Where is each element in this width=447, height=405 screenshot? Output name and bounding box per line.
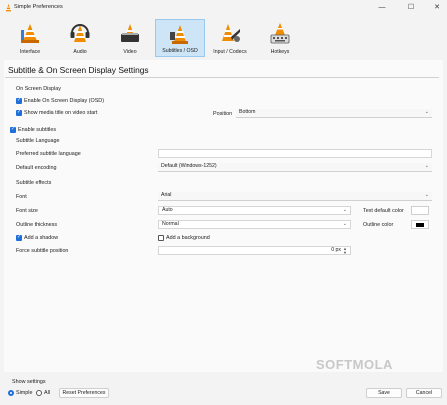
enable-subtitles-checkbox[interactable] <box>10 126 16 133</box>
spin-arrows-icon[interactable]: ▲ ▼ <box>343 247 347 255</box>
audio-icon <box>70 24 90 42</box>
page-title: Subtitle & On Screen Display Settings <box>8 65 149 75</box>
preferred-language-label: Preferred subtitle language <box>16 151 81 157</box>
minimize-button[interactable]: — <box>375 2 389 13</box>
position-select[interactable]: Bottom ⌄ <box>236 109 432 118</box>
outline-thickness-label: Outline thickness <box>16 222 58 228</box>
add-shadow-checkbox[interactable] <box>16 234 22 241</box>
settings-panel <box>4 60 443 372</box>
subtitle-language-group: Subtitle Language <box>16 138 60 144</box>
input-codecs-icon <box>222 24 240 42</box>
tab-input-codecs-label: Input / Codecs <box>213 49 247 55</box>
force-position-value: 0 px <box>331 247 341 253</box>
font-size-select[interactable]: Auto ⌄ <box>158 206 351 215</box>
text-color-swatch[interactable] <box>411 206 429 215</box>
chevron-down-icon: ⌄ <box>424 109 429 115</box>
outline-thickness-value: Normal <box>162 221 179 227</box>
enable-osd-label: Enable On Screen Display (OSD) <box>24 98 104 104</box>
show-title-label: Show media title on video start <box>24 110 98 116</box>
default-encoding-label: Default encoding <box>16 165 57 171</box>
tab-audio[interactable]: Audio <box>55 19 105 57</box>
add-background-checkbox[interactable] <box>158 235 164 241</box>
tab-subtitles-osd-label: Subtitles / OSD <box>162 48 198 54</box>
tab-hotkeys[interactable]: Hotkeys <box>255 19 305 57</box>
simple-radio[interactable] <box>8 390 14 396</box>
watermark: SOFTMOLA <box>316 357 393 372</box>
outline-thickness-select[interactable]: Normal ⌄ <box>158 220 351 229</box>
font-label: Font <box>16 194 27 200</box>
chevron-down-icon: ⌄ <box>342 221 347 227</box>
all-label: All <box>44 390 50 396</box>
tab-interface-label: Interface <box>19 49 41 55</box>
window-title: Simple Preferences <box>14 4 63 10</box>
maximize-button[interactable]: ☐ <box>404 2 418 13</box>
reset-preferences-button[interactable]: Reset Preferences <box>59 388 109 398</box>
force-position-label: Force subtitle position <box>16 248 69 254</box>
tab-video[interactable]: Video <box>105 19 155 57</box>
interface-icon <box>21 24 39 43</box>
font-size-value: Auto <box>162 207 173 213</box>
position-value: Bottom <box>239 109 256 115</box>
close-button[interactable]: ✕ <box>430 2 444 13</box>
tab-hotkeys-label: Hotkeys <box>270 49 290 55</box>
default-encoding-value: Default (Windows-1252) <box>161 163 217 169</box>
outline-color-swatch[interactable] <box>411 220 429 229</box>
text-color-label: Text default color <box>363 208 404 214</box>
cancel-button[interactable]: Cancel <box>406 388 442 398</box>
tab-video-label: Video <box>123 49 137 55</box>
video-icon <box>121 24 139 42</box>
position-label: Position <box>213 111 233 117</box>
save-button[interactable]: Save <box>366 388 402 398</box>
title-bar: Simple Preferences — ☐ ✕ <box>0 0 447 16</box>
tab-audio-label: Audio <box>73 49 87 55</box>
add-background-label: Add a background <box>166 235 210 241</box>
force-position-spinbox[interactable]: 0 px ▲ ▼ <box>158 246 351 255</box>
font-select[interactable]: Arial ⌄ <box>158 192 432 201</box>
all-radio[interactable] <box>36 390 42 396</box>
title-divider <box>5 77 439 78</box>
enable-subtitles-label: Enable subtitles <box>18 127 57 133</box>
outline-color-label: Outline color <box>363 222 394 228</box>
simple-label: Simple <box>16 390 33 396</box>
hotkeys-icon <box>270 23 290 44</box>
osd-group-title: On Screen Display <box>16 86 61 92</box>
show-title-checkbox[interactable] <box>16 109 22 116</box>
category-toolbar: Interface Audio Video Subtitles / OSD In… <box>0 16 447 60</box>
font-value: Arial <box>161 192 172 198</box>
add-shadow-label: Add a shadow <box>24 235 59 241</box>
tab-subtitles-osd[interactable]: Subtitles / OSD <box>155 19 205 57</box>
font-size-label: Font size <box>16 208 38 214</box>
subtitle-effects-group: Subtitle effects <box>16 180 52 186</box>
vlc-logo-icon <box>5 4 12 12</box>
chevron-down-icon: ⌄ <box>424 192 429 198</box>
preferred-language-input[interactable] <box>158 149 432 158</box>
chevron-down-icon: ⌄ <box>424 163 429 169</box>
chevron-down-icon: ⌄ <box>342 207 347 213</box>
default-encoding-select[interactable]: Default (Windows-1252) ⌄ <box>158 163 432 172</box>
show-settings-label: Show settings <box>12 379 46 385</box>
enable-osd-checkbox[interactable] <box>16 97 22 104</box>
tab-input-codecs[interactable]: Input / Codecs <box>205 19 255 57</box>
subtitles-icon <box>170 25 188 44</box>
tab-interface[interactable]: Interface <box>5 19 55 57</box>
